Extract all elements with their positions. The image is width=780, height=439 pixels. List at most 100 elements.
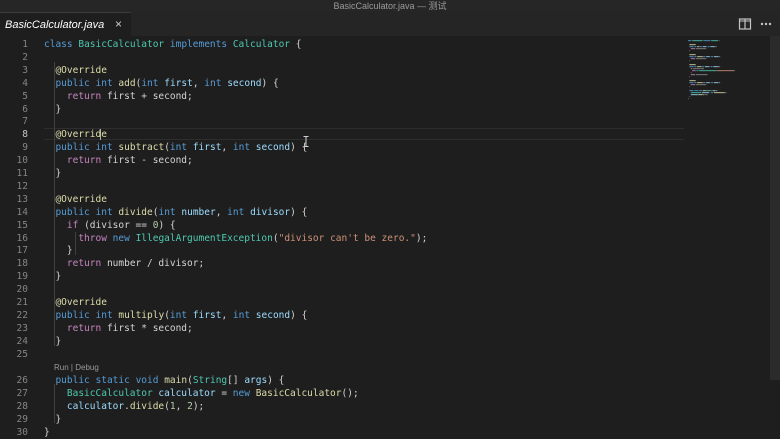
minimap-token: [733, 70, 735, 72]
minimap-token: [697, 82, 703, 84]
indent-guide: [75, 232, 76, 255]
minimap-token: [690, 74, 695, 76]
code-line[interactable]: return first + second;: [44, 90, 193, 103]
minimap-token: [716, 70, 717, 72]
minimap-token: [702, 82, 704, 84]
code-token: class: [44, 39, 73, 50]
split-editor-icon[interactable]: [738, 17, 752, 31]
line-number: 30: [16, 426, 28, 438]
code-token: void: [135, 375, 159, 386]
minimap-token: [702, 90, 706, 92]
code-token: Calculator: [232, 39, 291, 50]
line-number: 26: [16, 375, 28, 386]
current-line-highlight: [44, 128, 684, 140]
minimap-token: [690, 92, 702, 94]
minimap-token: [699, 90, 702, 92]
tab-basic-calculator[interactable]: BasicCalculator.java ×: [0, 12, 131, 36]
line-number: 19: [16, 271, 28, 283]
code-token: }: [44, 335, 62, 347]
code-token: divide: [129, 400, 165, 412]
code-token: BasicCalculator: [255, 387, 342, 399]
minimap-token: [689, 82, 694, 84]
minimap-token: [690, 48, 695, 50]
code-token: public: [55, 142, 90, 154]
code-line[interactable]: }: [44, 413, 61, 426]
codelens-run[interactable]: Run: [54, 363, 69, 372]
code-line[interactable]: }: [44, 103, 61, 116]
line-number: 1: [22, 39, 28, 50]
minimap-token: [702, 94, 704, 96]
minimap-token: [703, 82, 706, 84]
code-line[interactable]: class BasicCalculator implements Calcula…: [44, 38, 301, 51]
code-line[interactable]: return number / divisor;: [44, 257, 204, 270]
code-line[interactable]: }: [44, 167, 61, 180]
line-number: 17: [16, 245, 28, 257]
line-number: 12: [16, 180, 28, 192]
line-number: 15: [16, 219, 28, 231]
minimap-token: [705, 94, 707, 96]
code-token: implements: [169, 39, 228, 50]
code-line[interactable]: return first - second;: [44, 154, 193, 167]
vertical-scrollbar[interactable]: [770, 36, 780, 380]
code-token: new: [112, 232, 130, 244]
code-token: @Override: [55, 193, 107, 205]
code-token: public: [55, 375, 90, 386]
code-token: return: [66, 90, 102, 102]
code-line[interactable]: }: [44, 270, 61, 283]
minimap-token: [713, 82, 719, 84]
code-line[interactable]: }: [44, 244, 73, 257]
minimap-token: [703, 94, 705, 96]
code-token: second: [255, 309, 291, 321]
code-token: public: [55, 77, 90, 89]
code-token: {: [290, 39, 302, 50]
code-token: ,: [215, 206, 228, 218]
code-token: ,: [192, 77, 205, 89]
code-token: int: [95, 142, 113, 154]
code-line[interactable]: }: [44, 335, 61, 348]
code-line[interactable]: BasicCalculator calculator = new BasicCa…: [44, 387, 359, 400]
code-token: int: [169, 142, 188, 154]
code-token: return: [66, 155, 102, 167]
minimap-token: [701, 66, 702, 68]
more-actions-icon[interactable]: [759, 17, 773, 31]
minimap-token: [690, 58, 695, 60]
minimap-token: [702, 66, 705, 68]
code-line[interactable]: return first * second;: [44, 322, 193, 335]
minimap[interactable]: [684, 36, 770, 439]
code-token: static: [95, 375, 130, 386]
codelens-debug[interactable]: Debug: [75, 363, 99, 372]
minimap-token: [689, 76, 691, 78]
minimap-token: [715, 90, 718, 92]
minimap-token: [692, 40, 703, 42]
code-token: int: [95, 309, 113, 321]
minimap-token: [710, 66, 713, 68]
close-icon[interactable]: ×: [115, 17, 122, 31]
minimap-token: [689, 86, 691, 88]
code-token: number / divisor;: [101, 258, 205, 270]
code-line[interactable]: if (divisor == 0) {: [44, 219, 176, 232]
code-token: }: [44, 168, 62, 179]
minimap-token: [695, 74, 708, 76]
minimap-token: [706, 94, 708, 96]
code-token: ) {: [158, 219, 176, 231]
code-line[interactable]: throw new IllegalArgumentException("divi…: [44, 232, 427, 245]
code-line[interactable]: public int add(int first, int second) {: [44, 77, 278, 90]
code-line[interactable]: public static void main(String[] args) {: [44, 374, 284, 387]
code-line[interactable]: calculator.divide(1, 2);: [44, 400, 204, 413]
code-token: );: [415, 232, 428, 244]
code-token: number: [181, 206, 216, 218]
minimap-token: [688, 98, 689, 100]
minimap-token: [707, 46, 710, 48]
code-line[interactable]: public int divide(int number, int diviso…: [44, 206, 307, 219]
code-token: int: [158, 206, 176, 218]
minimap-token: [713, 66, 719, 68]
line-number: 21: [16, 297, 28, 308]
minimap-token: [706, 82, 710, 84]
code-line[interactable]: public int multiply(int first, int secon…: [44, 309, 307, 322]
code-line[interactable]: }: [44, 426, 50, 439]
code-token: return: [66, 258, 102, 270]
minimap-token: [703, 40, 711, 42]
minimap-token: [699, 46, 700, 48]
code-line[interactable]: public int subtract(int first, int secon…: [44, 141, 307, 154]
